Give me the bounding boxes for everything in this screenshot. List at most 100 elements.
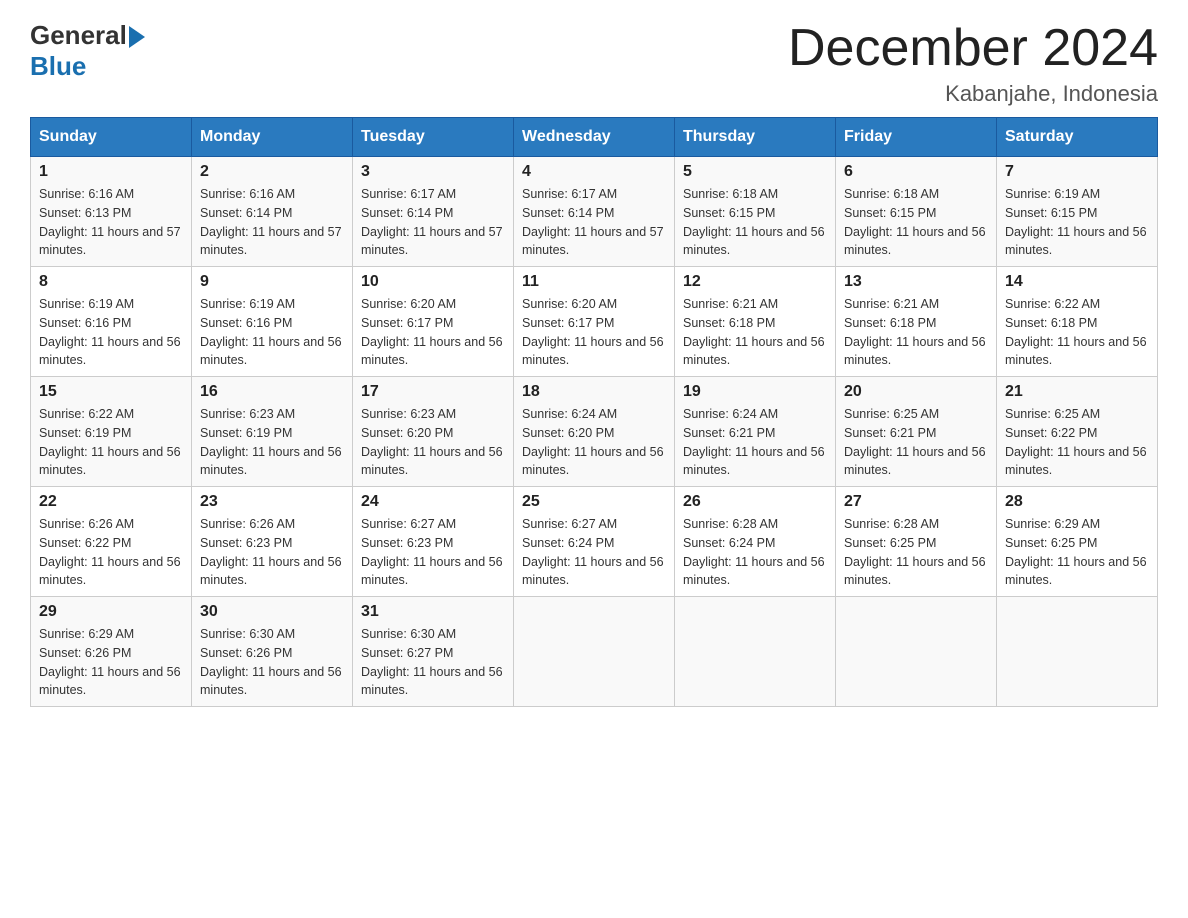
calendar-cell: 29 Sunrise: 6:29 AM Sunset: 6:26 PM Dayl… — [31, 597, 192, 707]
logo: General Blue — [30, 20, 145, 82]
day-info: Sunrise: 6:23 AM Sunset: 6:20 PM Dayligh… — [361, 405, 505, 480]
logo-blue-text: Blue — [30, 51, 86, 82]
day-number: 17 — [361, 383, 505, 401]
day-info: Sunrise: 6:28 AM Sunset: 6:24 PM Dayligh… — [683, 515, 827, 590]
calendar-cell — [675, 597, 836, 707]
day-number: 3 — [361, 163, 505, 181]
calendar-cell: 1 Sunrise: 6:16 AM Sunset: 6:13 PM Dayli… — [31, 157, 192, 267]
calendar-cell: 13 Sunrise: 6:21 AM Sunset: 6:18 PM Dayl… — [836, 267, 997, 377]
calendar-cell: 12 Sunrise: 6:21 AM Sunset: 6:18 PM Dayl… — [675, 267, 836, 377]
calendar-cell: 17 Sunrise: 6:23 AM Sunset: 6:20 PM Dayl… — [353, 377, 514, 487]
calendar-cell: 16 Sunrise: 6:23 AM Sunset: 6:19 PM Dayl… — [192, 377, 353, 487]
day-info: Sunrise: 6:26 AM Sunset: 6:22 PM Dayligh… — [39, 515, 183, 590]
day-number: 7 — [1005, 163, 1149, 181]
day-info: Sunrise: 6:22 AM Sunset: 6:18 PM Dayligh… — [1005, 295, 1149, 370]
calendar-cell: 9 Sunrise: 6:19 AM Sunset: 6:16 PM Dayli… — [192, 267, 353, 377]
calendar-cell: 10 Sunrise: 6:20 AM Sunset: 6:17 PM Dayl… — [353, 267, 514, 377]
day-info: Sunrise: 6:28 AM Sunset: 6:25 PM Dayligh… — [844, 515, 988, 590]
day-info: Sunrise: 6:24 AM Sunset: 6:21 PM Dayligh… — [683, 405, 827, 480]
calendar-header-wednesday: Wednesday — [514, 118, 675, 157]
calendar-cell: 30 Sunrise: 6:30 AM Sunset: 6:26 PM Dayl… — [192, 597, 353, 707]
calendar-cell: 27 Sunrise: 6:28 AM Sunset: 6:25 PM Dayl… — [836, 487, 997, 597]
logo-general-text: General — [30, 20, 127, 51]
day-info: Sunrise: 6:20 AM Sunset: 6:17 PM Dayligh… — [361, 295, 505, 370]
calendar-cell: 2 Sunrise: 6:16 AM Sunset: 6:14 PM Dayli… — [192, 157, 353, 267]
day-number: 27 — [844, 493, 988, 511]
calendar-week-row: 29 Sunrise: 6:29 AM Sunset: 6:26 PM Dayl… — [31, 597, 1158, 707]
day-number: 20 — [844, 383, 988, 401]
day-info: Sunrise: 6:19 AM Sunset: 6:15 PM Dayligh… — [1005, 185, 1149, 260]
day-info: Sunrise: 6:18 AM Sunset: 6:15 PM Dayligh… — [844, 185, 988, 260]
day-info: Sunrise: 6:19 AM Sunset: 6:16 PM Dayligh… — [39, 295, 183, 370]
day-number: 30 — [200, 603, 344, 621]
calendar-header-row: SundayMondayTuesdayWednesdayThursdayFrid… — [31, 118, 1158, 157]
calendar-week-row: 1 Sunrise: 6:16 AM Sunset: 6:13 PM Dayli… — [31, 157, 1158, 267]
calendar-cell: 18 Sunrise: 6:24 AM Sunset: 6:20 PM Dayl… — [514, 377, 675, 487]
day-info: Sunrise: 6:19 AM Sunset: 6:16 PM Dayligh… — [200, 295, 344, 370]
day-info: Sunrise: 6:29 AM Sunset: 6:25 PM Dayligh… — [1005, 515, 1149, 590]
day-number: 19 — [683, 383, 827, 401]
day-number: 26 — [683, 493, 827, 511]
day-info: Sunrise: 6:25 AM Sunset: 6:21 PM Dayligh… — [844, 405, 988, 480]
day-number: 18 — [522, 383, 666, 401]
month-title: December 2024 — [788, 20, 1158, 77]
calendar-cell — [514, 597, 675, 707]
calendar-header-friday: Friday — [836, 118, 997, 157]
calendar-table: SundayMondayTuesdayWednesdayThursdayFrid… — [30, 117, 1158, 707]
day-info: Sunrise: 6:22 AM Sunset: 6:19 PM Dayligh… — [39, 405, 183, 480]
calendar-header-saturday: Saturday — [997, 118, 1158, 157]
page-header: General Blue December 2024 Kabanjahe, In… — [30, 20, 1158, 107]
day-number: 2 — [200, 163, 344, 181]
day-number: 21 — [1005, 383, 1149, 401]
calendar-cell — [836, 597, 997, 707]
calendar-cell: 19 Sunrise: 6:24 AM Sunset: 6:21 PM Dayl… — [675, 377, 836, 487]
location-text: Kabanjahe, Indonesia — [788, 81, 1158, 107]
day-number: 28 — [1005, 493, 1149, 511]
calendar-cell: 21 Sunrise: 6:25 AM Sunset: 6:22 PM Dayl… — [997, 377, 1158, 487]
day-info: Sunrise: 6:30 AM Sunset: 6:26 PM Dayligh… — [200, 625, 344, 700]
day-info: Sunrise: 6:18 AM Sunset: 6:15 PM Dayligh… — [683, 185, 827, 260]
calendar-cell: 8 Sunrise: 6:19 AM Sunset: 6:16 PM Dayli… — [31, 267, 192, 377]
day-number: 8 — [39, 273, 183, 291]
day-info: Sunrise: 6:26 AM Sunset: 6:23 PM Dayligh… — [200, 515, 344, 590]
day-number: 5 — [683, 163, 827, 181]
day-info: Sunrise: 6:21 AM Sunset: 6:18 PM Dayligh… — [844, 295, 988, 370]
day-number: 10 — [361, 273, 505, 291]
day-info: Sunrise: 6:16 AM Sunset: 6:14 PM Dayligh… — [200, 185, 344, 260]
day-info: Sunrise: 6:25 AM Sunset: 6:22 PM Dayligh… — [1005, 405, 1149, 480]
calendar-cell: 15 Sunrise: 6:22 AM Sunset: 6:19 PM Dayl… — [31, 377, 192, 487]
day-info: Sunrise: 6:21 AM Sunset: 6:18 PM Dayligh… — [683, 295, 827, 370]
title-block: December 2024 Kabanjahe, Indonesia — [788, 20, 1158, 107]
day-number: 9 — [200, 273, 344, 291]
calendar-cell: 14 Sunrise: 6:22 AM Sunset: 6:18 PM Dayl… — [997, 267, 1158, 377]
calendar-header-monday: Monday — [192, 118, 353, 157]
calendar-cell: 4 Sunrise: 6:17 AM Sunset: 6:14 PM Dayli… — [514, 157, 675, 267]
day-number: 22 — [39, 493, 183, 511]
calendar-week-row: 8 Sunrise: 6:19 AM Sunset: 6:16 PM Dayli… — [31, 267, 1158, 377]
day-info: Sunrise: 6:17 AM Sunset: 6:14 PM Dayligh… — [522, 185, 666, 260]
day-number: 29 — [39, 603, 183, 621]
calendar-cell: 22 Sunrise: 6:26 AM Sunset: 6:22 PM Dayl… — [31, 487, 192, 597]
day-info: Sunrise: 6:17 AM Sunset: 6:14 PM Dayligh… — [361, 185, 505, 260]
day-number: 4 — [522, 163, 666, 181]
day-number: 14 — [1005, 273, 1149, 291]
day-number: 16 — [200, 383, 344, 401]
day-info: Sunrise: 6:27 AM Sunset: 6:24 PM Dayligh… — [522, 515, 666, 590]
day-number: 31 — [361, 603, 505, 621]
day-info: Sunrise: 6:23 AM Sunset: 6:19 PM Dayligh… — [200, 405, 344, 480]
day-info: Sunrise: 6:27 AM Sunset: 6:23 PM Dayligh… — [361, 515, 505, 590]
calendar-cell: 25 Sunrise: 6:27 AM Sunset: 6:24 PM Dayl… — [514, 487, 675, 597]
calendar-cell: 31 Sunrise: 6:30 AM Sunset: 6:27 PM Dayl… — [353, 597, 514, 707]
calendar-cell: 7 Sunrise: 6:19 AM Sunset: 6:15 PM Dayli… — [997, 157, 1158, 267]
day-number: 11 — [522, 273, 666, 291]
calendar-cell: 11 Sunrise: 6:20 AM Sunset: 6:17 PM Dayl… — [514, 267, 675, 377]
day-info: Sunrise: 6:20 AM Sunset: 6:17 PM Dayligh… — [522, 295, 666, 370]
calendar-cell: 20 Sunrise: 6:25 AM Sunset: 6:21 PM Dayl… — [836, 377, 997, 487]
calendar-cell: 6 Sunrise: 6:18 AM Sunset: 6:15 PM Dayli… — [836, 157, 997, 267]
calendar-cell: 5 Sunrise: 6:18 AM Sunset: 6:15 PM Dayli… — [675, 157, 836, 267]
day-number: 23 — [200, 493, 344, 511]
calendar-header-tuesday: Tuesday — [353, 118, 514, 157]
logo-arrow-icon — [129, 26, 145, 48]
calendar-cell: 23 Sunrise: 6:26 AM Sunset: 6:23 PM Dayl… — [192, 487, 353, 597]
day-number: 6 — [844, 163, 988, 181]
